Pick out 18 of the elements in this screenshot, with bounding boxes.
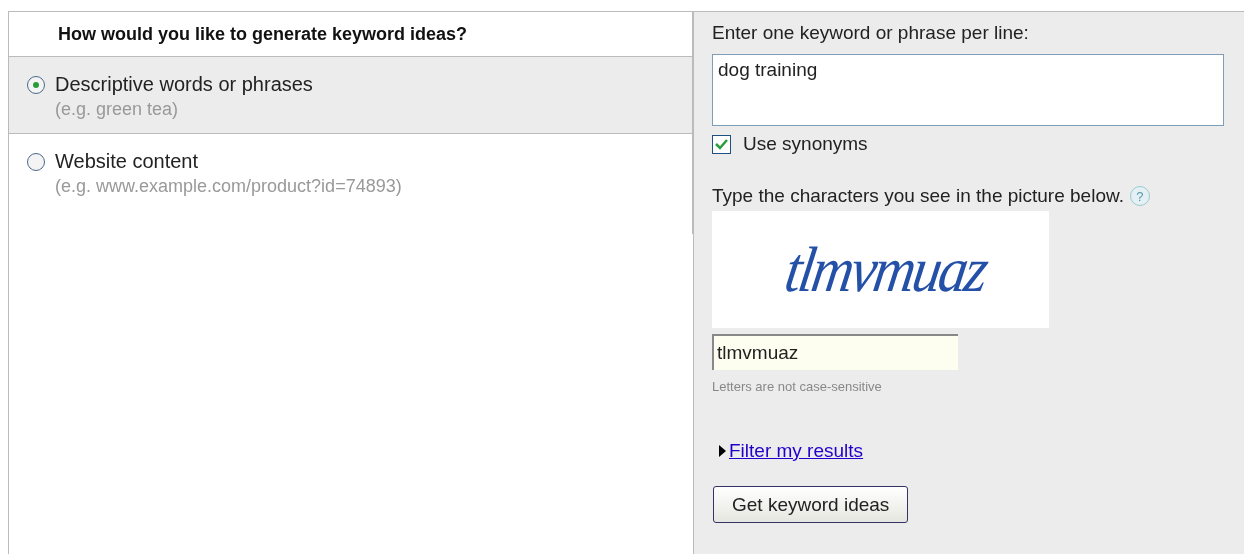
check-icon <box>715 138 728 150</box>
filter-link[interactable]: Filter my results <box>729 440 864 462</box>
case-note: Letters are not case-sensitive <box>712 379 882 394</box>
synonyms-checkbox[interactable] <box>712 134 731 154</box>
captcha-text: tlmvmuaz <box>780 232 991 307</box>
radio-button[interactable] <box>27 76 45 94</box>
captcha-prompt: Type the characters you see in the picture below. <box>712 185 1124 207</box>
option-label: Website content <box>55 150 200 173</box>
radio-button[interactable] <box>27 153 45 171</box>
synonyms-label: Use synonyms <box>743 133 868 155</box>
option-row[interactable]: Descriptive words or phrases (e.g. green tea) <box>9 57 693 134</box>
keywords-field[interactable]: dog training <box>712 54 1224 126</box>
option-hint: (e.g. www.example.com/product?id=74893) <box>55 176 402 197</box>
keywords-label: Enter one keyword or phrase per line: <box>712 22 1029 44</box>
get-ideas-button[interactable]: Get keyword ideas <box>713 486 909 523</box>
option-label: Descriptive words or phrases <box>55 73 313 96</box>
captcha-field[interactable]: tlmvmuaz <box>712 334 958 370</box>
option-hint: (e.g. green tea) <box>55 99 180 120</box>
